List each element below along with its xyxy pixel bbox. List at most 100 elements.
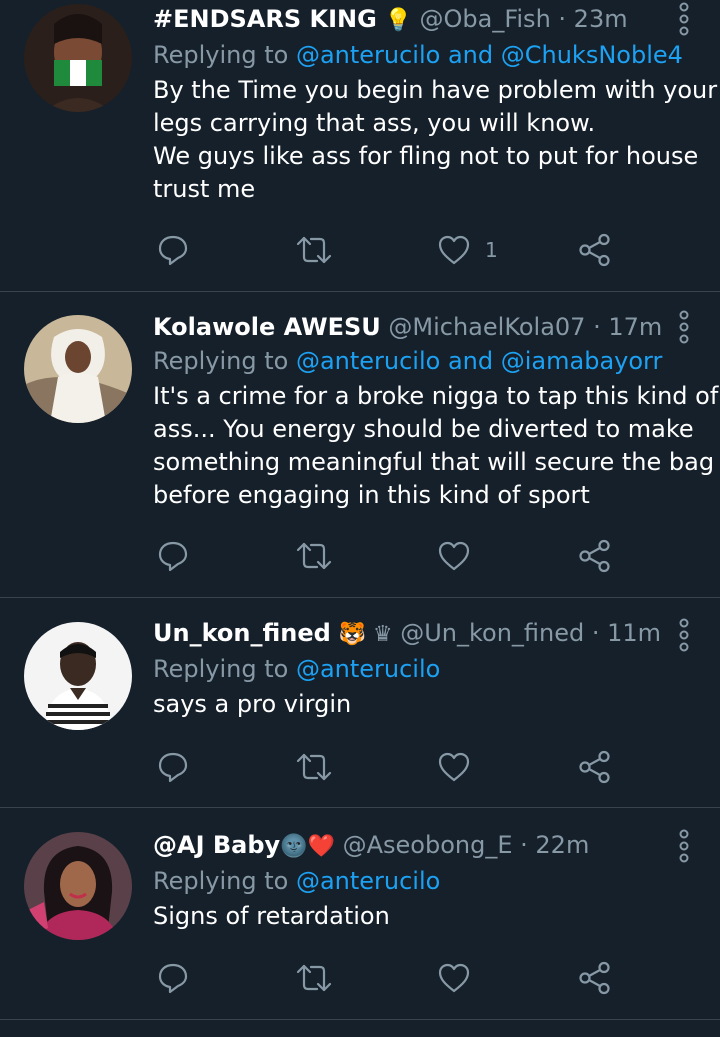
replying-prefix: Replying to <box>153 655 296 683</box>
retweet-button[interactable] <box>295 230 333 270</box>
tweet[interactable]: Kolawole AWESU @MichaelKola07 · 17m Repl… <box>0 292 720 598</box>
timestamp[interactable]: 23m <box>574 5 628 33</box>
reply-feed: #ENDSARS KING 💡 @Oba_Fish · 23m Replying… <box>0 0 720 1037</box>
retweet-icon <box>296 542 332 570</box>
like-button[interactable] <box>437 958 471 998</box>
mention-link[interactable]: @anterucilo <box>296 655 440 683</box>
replying-prefix: Replying to <box>153 867 296 895</box>
display-name[interactable]: #ENDSARS KING <box>153 5 377 33</box>
tweet[interactable]: Un_kon_fined 🐯 ♛ @Un_kon_fined · 11m Rep… <box>0 598 720 808</box>
tweet[interactable]: #ENDSARS KING 💡 @Oba_Fish · 23m Replying… <box>0 0 720 292</box>
tweet[interactable]: @AJ Baby🌚❤️ @Aseobong_E · 22m Replying t… <box>0 808 720 1020</box>
share-button[interactable] <box>578 230 612 270</box>
heart-icon <box>438 541 470 571</box>
heart-icon <box>438 235 470 265</box>
retweet-button[interactable] <box>295 958 333 998</box>
replying-to: Replying to @anterucilo <box>153 654 660 684</box>
tweet-text-line: before engaging in this kind of sport <box>153 481 590 509</box>
separator: · <box>584 619 608 647</box>
tweet-text-line: trust me <box>153 175 256 203</box>
tweet-text-line: legs carrying that ass, you will know. <box>153 109 596 137</box>
tweet-header: Un_kon_fined 🐯 ♛ @Un_kon_fined · 11m <box>153 618 661 650</box>
tweet-text-line: ass... You energy should be diverted to … <box>153 415 694 443</box>
action-bar <box>153 958 623 998</box>
reply-bubble-icon <box>158 541 188 572</box>
reply-bubble-icon <box>158 963 188 994</box>
like-count: 1 <box>485 238 498 262</box>
replying-prefix: Replying to <box>153 41 296 69</box>
timestamp[interactable]: 22m <box>535 831 589 859</box>
replying-to: Replying to @anterucilo and @ChuksNoble4 <box>153 40 683 70</box>
replying-to: Replying to @anterucilo and @iamabayorr <box>153 346 663 376</box>
separator: · <box>550 5 574 33</box>
tweet-text-line: says a pro virgin <box>153 690 352 718</box>
replying-to: Replying to @anterucilo <box>153 866 660 896</box>
mention-link[interactable]: @anterucilo <box>296 867 440 895</box>
tweet-header: @AJ Baby🌚❤️ @Aseobong_E · 22m <box>153 830 660 862</box>
retweet-button[interactable] <box>295 747 333 787</box>
mention-joiner: and <box>440 41 501 69</box>
user-handle[interactable]: @Aseobong_E <box>343 831 513 859</box>
vertical-ellipsis-icon[interactable] <box>676 618 692 652</box>
mention-link[interactable]: @iamabayorr <box>501 347 663 375</box>
user-handle[interactable]: @Oba_Fish <box>420 5 551 33</box>
share-button[interactable] <box>578 958 612 998</box>
mention-joiner: and <box>440 347 501 375</box>
vertical-ellipsis-icon[interactable] <box>676 829 692 863</box>
display-name[interactable]: Kolawole AWESU <box>153 313 381 341</box>
avatar[interactable] <box>24 4 132 112</box>
tweet-text-line: something meaningful that will secure th… <box>153 448 715 476</box>
like-button[interactable] <box>437 536 471 576</box>
vertical-ellipsis-icon[interactable] <box>676 310 692 344</box>
share-button[interactable] <box>578 536 612 576</box>
display-name[interactable]: Un_kon_fined <box>153 619 331 647</box>
action-bar: 1 <box>153 230 623 270</box>
tweet-text-line: By the Time you begin have problem with … <box>153 76 718 104</box>
share-icon <box>579 539 610 573</box>
share-icon <box>579 750 610 784</box>
tweet-text: It's a crime for a broke nigga to tap th… <box>153 380 719 512</box>
reply-button[interactable] <box>156 230 190 270</box>
name-emoji: 🐯 ♛ <box>338 622 393 647</box>
name-emoji: 🌚❤️ <box>280 834 335 859</box>
avatar[interactable] <box>24 622 132 730</box>
like-button[interactable]: 1 <box>437 230 498 270</box>
share-icon <box>579 961 610 995</box>
name-emoji: 💡 <box>384 8 412 33</box>
tweet-header: Kolawole AWESU @MichaelKola07 · 17m <box>153 312 662 342</box>
tweet-text: By the Time you begin have problem with … <box>153 74 718 206</box>
user-handle[interactable]: @Un_kon_fined <box>400 619 584 647</box>
retweet-icon <box>296 753 332 781</box>
share-icon <box>579 233 610 267</box>
mention-link[interactable]: @ChuksNoble4 <box>501 41 683 69</box>
separator: · <box>585 313 609 341</box>
heart-icon <box>438 963 470 993</box>
user-handle[interactable]: @MichaelKola07 <box>388 313 585 341</box>
reply-button[interactable] <box>156 536 190 576</box>
share-button[interactable] <box>578 747 612 787</box>
vertical-ellipsis-icon[interactable] <box>676 2 692 36</box>
tweet-text-line: It's a crime for a broke nigga to tap th… <box>153 382 719 410</box>
retweet-icon <box>296 236 332 264</box>
avatar[interactable] <box>24 315 132 423</box>
like-button[interactable] <box>437 747 471 787</box>
reply-bubble-icon <box>158 235 188 266</box>
reply-bubble-icon <box>158 752 188 783</box>
tweet-text-line: We guys like ass for fling not to put fo… <box>153 142 699 170</box>
reply-button[interactable] <box>156 747 190 787</box>
mention-link[interactable]: @anterucilo <box>296 347 440 375</box>
heart-icon <box>438 752 470 782</box>
tweet-header: #ENDSARS KING 💡 @Oba_Fish · 23m <box>153 4 660 36</box>
action-bar <box>153 747 623 787</box>
reply-button[interactable] <box>156 958 190 998</box>
timestamp[interactable]: 17m <box>608 313 662 341</box>
retweet-button[interactable] <box>295 536 333 576</box>
separator: · <box>512 831 536 859</box>
avatar[interactable] <box>24 832 132 940</box>
action-bar <box>153 536 623 576</box>
mention-link[interactable]: @anterucilo <box>296 41 440 69</box>
tweet-text: Signs of retardation <box>153 900 660 933</box>
retweet-icon <box>296 964 332 992</box>
display-name[interactable]: @AJ Baby <box>153 831 280 859</box>
timestamp[interactable]: 11m <box>607 619 661 647</box>
